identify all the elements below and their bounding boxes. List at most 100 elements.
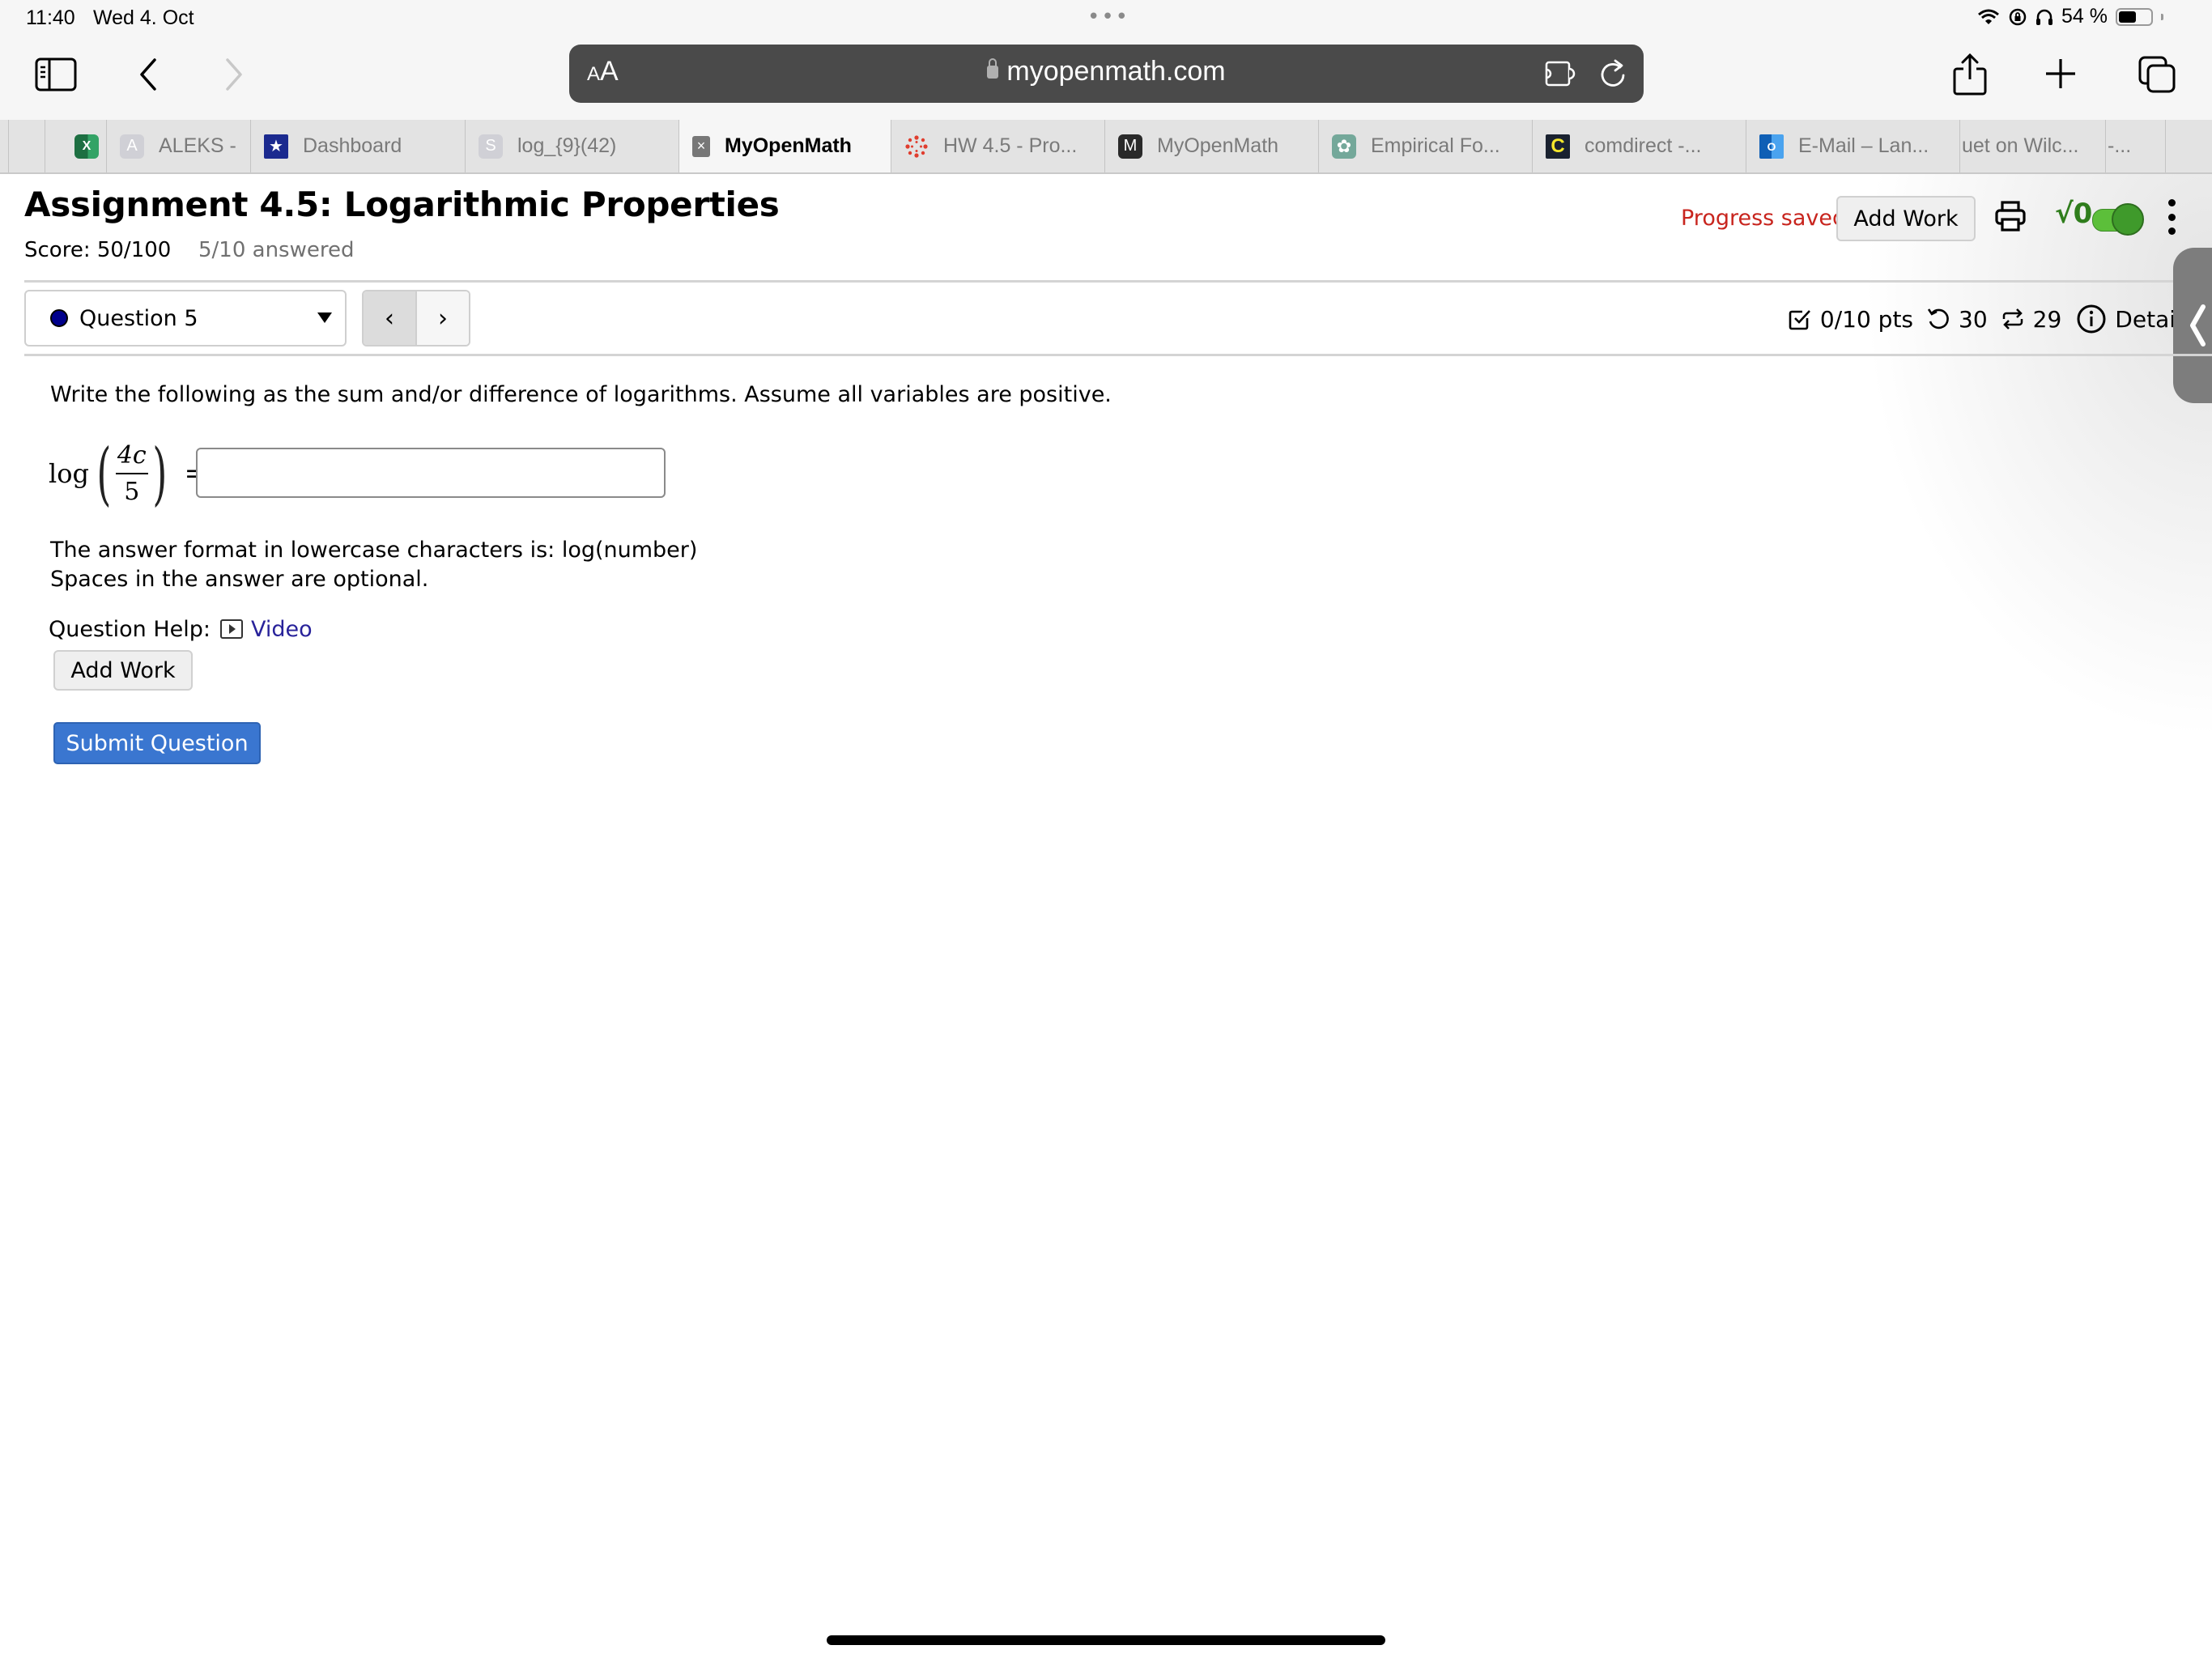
score-text: Score: 50/100	[24, 238, 172, 262]
comdirect-icon: C	[1546, 134, 1570, 159]
tab-dashboard[interactable]: ★ Dashboard	[250, 120, 465, 172]
add-work-button-header[interactable]: Add Work	[1836, 196, 1976, 241]
tab-email[interactable]: O E-Mail – Lan...	[1746, 120, 1959, 172]
print-icon[interactable]	[1992, 198, 2029, 235]
back-icon[interactable]	[136, 57, 160, 92]
close-tab-icon[interactable]: ×	[692, 135, 710, 157]
question-info: 0/10 pts 30 29 Detai	[1788, 304, 2176, 334]
question-prompt: Write the following as the sum and/or di…	[50, 382, 1112, 407]
chevron-left-icon	[2190, 304, 2206, 346]
forward-icon[interactable]	[222, 57, 246, 92]
math-fraction: 4c 5	[115, 441, 148, 506]
tab-hw45[interactable]: HW 4.5 - Pro...	[891, 120, 1104, 172]
tab-label: MyOpenMath	[725, 134, 852, 157]
question-help-label: Question Help:	[49, 617, 211, 642]
reload-icon[interactable]	[1597, 56, 1630, 91]
home-indicator[interactable]	[827, 1635, 1385, 1645]
question-select[interactable]: Question 5	[24, 290, 347, 346]
divider-top	[24, 280, 2212, 283]
battery-percent: 54 %	[2061, 5, 2108, 28]
tab-aleks[interactable]: A ALEKS -	[106, 120, 250, 172]
answer-format-hint: The answer format in lowercase character…	[50, 538, 698, 563]
battery-nub	[2161, 13, 2163, 20]
details-link[interactable]: Detai	[2115, 306, 2176, 333]
chatgpt-icon: ✿	[1332, 134, 1356, 159]
new-tab-icon[interactable]	[2044, 57, 2078, 91]
retries-count: 30	[1959, 305, 1988, 333]
tab-myopenmath[interactable]: M MyOpenMath	[1104, 120, 1318, 172]
add-work-button[interactable]: Add Work	[53, 650, 193, 691]
side-panel-toggle[interactable]	[2173, 248, 2212, 403]
tab-wilc[interactable]: uet on Wilc...	[1959, 120, 2105, 172]
site-s-icon: S	[479, 134, 503, 159]
question-select-label: Question 5	[79, 305, 198, 331]
headphones-icon	[2036, 9, 2053, 25]
tab-edge[interactable]	[2165, 120, 2212, 172]
answered-count: 5/10 answered	[198, 238, 355, 262]
url-display[interactable]: myopenmath.com	[569, 56, 1644, 87]
points-text: 0/10 pts	[1819, 305, 1914, 333]
regens-count: 29	[2032, 305, 2062, 333]
outlook-icon: O	[1759, 134, 1784, 159]
dropdown-caret-icon	[317, 312, 332, 323]
tab-log[interactable]: S log_{9}(42)	[465, 120, 678, 172]
math-log: log	[49, 458, 89, 489]
lock-icon	[987, 58, 999, 79]
multitasking-dots-icon[interactable]: •••	[1087, 5, 1129, 29]
tab-excel[interactable]: X	[45, 120, 106, 172]
tabs-overview-icon[interactable]	[2138, 55, 2176, 94]
extension-icon[interactable]	[1543, 57, 1579, 90]
page-title: Assignment 4.5: Logarithmic Properties	[24, 185, 780, 224]
tab-label: E-Mail – Lan...	[1798, 134, 1929, 157]
share-icon[interactable]	[1951, 52, 1989, 97]
star-shield-icon: ★	[264, 134, 288, 159]
answer-input[interactable]	[196, 448, 666, 498]
tab-bar: X A ALEKS - ★ Dashboard S log_{9}(42) × …	[0, 120, 2212, 174]
submit-question-button[interactable]: Submit Question	[53, 722, 261, 764]
myopenmath-icon: M	[1118, 134, 1142, 159]
video-icon[interactable]	[220, 619, 243, 639]
math-fraction-bar	[115, 473, 148, 474]
address-bar[interactable]: AA myopenmath.com	[569, 45, 1644, 103]
aleks-icon: A	[120, 134, 144, 159]
question-nav: ‹ ›	[362, 290, 470, 346]
tab-label: ALEKS -	[159, 134, 236, 157]
math-denominator: 5	[124, 478, 140, 506]
url-text: myopenmath.com	[1006, 56, 1226, 87]
status-icons: 54 %	[1977, 5, 2163, 28]
excel-icon: X	[74, 134, 99, 159]
divider-bottom	[24, 354, 2212, 356]
tab-label: MyOpenMath	[1157, 134, 1279, 157]
previous-question-button[interactable]: ‹	[364, 291, 417, 345]
background-shade	[1862, 174, 2212, 741]
question-status-dot	[50, 309, 68, 327]
next-question-button[interactable]: ›	[417, 291, 469, 345]
checkbox-points-icon	[1789, 310, 1810, 330]
tab-myopenmath-active[interactable]: × MyOpenMath	[678, 120, 891, 172]
tab-more[interactable]: -...	[2105, 120, 2165, 172]
tab-pinned-1[interactable]	[8, 120, 45, 172]
tab-label: Dashboard	[303, 134, 402, 157]
status-time: 11:40	[26, 6, 75, 29]
tab-empirical[interactable]: ✿ Empirical Fo...	[1318, 120, 1532, 172]
tab-label: -...	[2108, 134, 2132, 157]
math-left-paren: (	[96, 434, 112, 513]
more-options-icon[interactable]	[2163, 199, 2180, 235]
tab-label: log_{9}(42)	[517, 134, 617, 157]
video-link[interactable]: Video	[251, 617, 313, 642]
sidebar-icon[interactable]	[34, 57, 78, 92]
tab-label: uet on Wilc...	[1962, 134, 2079, 157]
progress-status: Progress saved	[1681, 206, 1847, 231]
status-date: Wed 4. Oct	[93, 6, 194, 29]
canvas-icon	[904, 134, 929, 159]
tab-label: Empirical Fo...	[1371, 134, 1500, 157]
math-entry-icon: √0	[2055, 198, 2093, 230]
math-numerator: 4c	[117, 441, 147, 470]
math-expression: log ( 4c 5 ) =	[49, 433, 207, 514]
orientation-lock-icon	[2009, 8, 2027, 25]
info-icon[interactable]	[2076, 304, 2107, 334]
tab-comdirect[interactable]: C comdirect -...	[1532, 120, 1746, 172]
math-right-paren: )	[152, 434, 168, 513]
regenerate-icon	[2002, 308, 2023, 329]
toggle-knob[interactable]	[2112, 203, 2144, 236]
